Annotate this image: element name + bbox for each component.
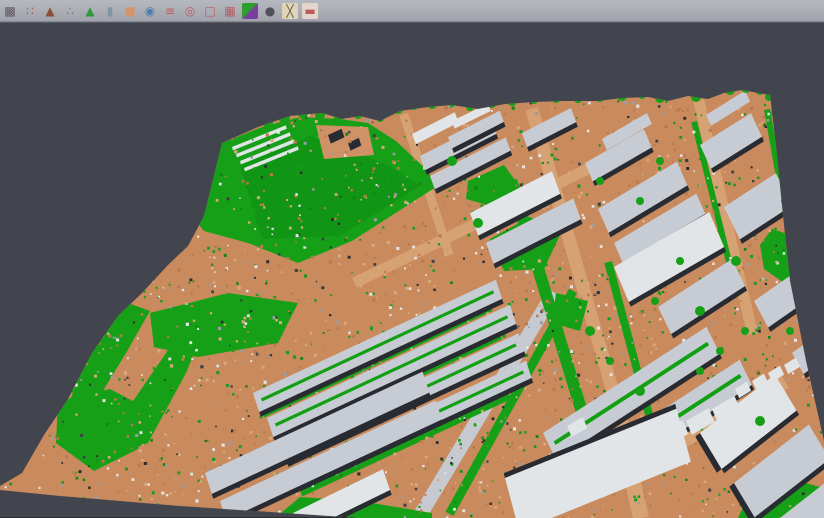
tree-canopy — [410, 102, 418, 110]
tree-canopy — [725, 85, 735, 95]
list-red-icon[interactable]: ≡ — [162, 3, 178, 19]
tree-canopy — [617, 91, 627, 101]
camera-dark-icon[interactable]: ● — [262, 3, 278, 19]
tree-canopy — [781, 197, 789, 205]
target-red-icon[interactable]: ◎ — [182, 3, 198, 19]
viewport-3d[interactable] — [0, 22, 824, 517]
profile-blue-icon[interactable]: ▮ — [102, 3, 118, 19]
align-points-icon[interactable]: ∷ — [22, 3, 38, 19]
tree-canopy — [638, 91, 646, 99]
tree-canopy — [507, 96, 517, 106]
cloud-dark-icon[interactable]: ▩ — [2, 3, 18, 19]
sparse-points-icon[interactable]: ∴ — [62, 3, 78, 19]
globe-icon[interactable]: ◉ — [142, 3, 158, 19]
tree-canopy — [756, 87, 764, 95]
tree-canopy — [334, 114, 342, 122]
tree-canopy — [716, 347, 724, 355]
tree-canopy — [263, 118, 273, 128]
tree-canopy — [731, 256, 741, 266]
tree-canopy — [596, 177, 604, 185]
tree-canopy — [775, 129, 783, 137]
tree-canopy — [530, 96, 538, 104]
viewport-svg — [0, 23, 824, 518]
terrain-green-icon[interactable]: ▲ — [82, 3, 98, 19]
tree-canopy — [710, 88, 718, 96]
main-toolbar: ▩∷▲∴▲▮■◉≡◎□▦●╳▬ — [0, 0, 824, 22]
delete-cross-icon[interactable]: ╳ — [282, 3, 298, 19]
tree-canopy — [466, 103, 474, 111]
ruler-red-icon[interactable]: ▬ — [302, 3, 318, 19]
checker-red-icon[interactable]: ▦ — [222, 3, 238, 19]
tree-canopy — [676, 257, 684, 265]
ortho-orange-icon[interactable]: ■ — [122, 3, 138, 19]
tree-canopy — [473, 218, 483, 228]
tree-canopy — [596, 94, 604, 102]
tree-canopy — [552, 95, 560, 103]
tree-canopy — [278, 111, 290, 123]
tree-canopy — [691, 92, 701, 102]
tree-canopy — [741, 327, 749, 335]
tree-canopy — [393, 104, 403, 114]
tree-canopy — [353, 109, 363, 119]
tree-canopy — [376, 114, 384, 122]
tree-canopy — [779, 173, 787, 181]
tree-canopy — [574, 95, 582, 103]
tree-canopy — [559, 305, 571, 317]
tree-canopy — [636, 197, 644, 205]
tree-canopy — [488, 100, 496, 108]
terrain-brown-icon[interactable]: ▲ — [42, 3, 58, 19]
tree-canopy — [651, 297, 659, 305]
tree-canopy — [785, 227, 793, 235]
tree-canopy — [789, 249, 797, 257]
classes-color-icon[interactable] — [242, 3, 258, 19]
app-window: ▩∷▲∴▲▮■◉≡◎□▦●╳▬ — [0, 0, 824, 517]
terrain — [0, 23, 824, 518]
tree-canopy — [696, 367, 704, 375]
tree-canopy — [656, 157, 664, 165]
tree-canopy — [773, 149, 781, 157]
tree-canopy — [771, 109, 779, 117]
tree-canopy — [635, 386, 645, 396]
tree-canopy — [695, 306, 705, 316]
frame-red-icon[interactable]: □ — [202, 3, 218, 19]
tree-canopy — [315, 110, 325, 120]
tree-canopy — [786, 327, 794, 335]
tree-canopy — [674, 90, 682, 98]
tree-canopy — [297, 106, 309, 118]
tree-canopy — [448, 99, 456, 107]
tree-canopy — [741, 83, 751, 93]
tree-canopy — [606, 357, 614, 365]
tree-canopy — [755, 416, 765, 426]
tree-canopy — [447, 156, 457, 166]
tree-canopy — [765, 93, 773, 101]
tree-canopy — [655, 93, 665, 103]
tree-canopy — [427, 99, 437, 109]
tree-canopy — [585, 326, 595, 336]
